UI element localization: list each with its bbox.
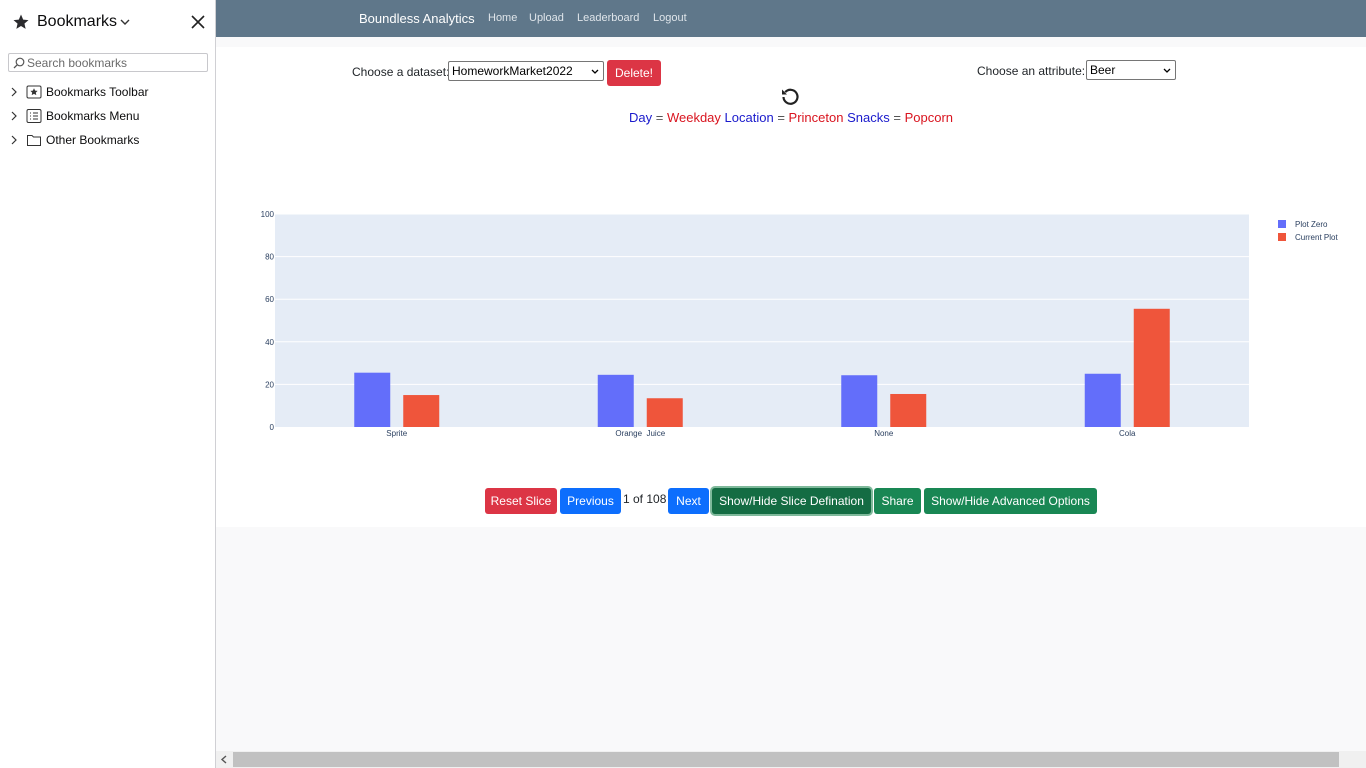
y-tick-label: 0 [270, 423, 275, 432]
nav-home-link[interactable]: Home [488, 12, 517, 24]
sidebar-item-bookmarks-menu[interactable]: Bookmarks Menu [0, 105, 215, 127]
dataset-select[interactable]: HomeworkMarket2022 [448, 61, 604, 81]
legend-label: Plot Zero [1295, 220, 1328, 229]
close-icon[interactable] [189, 13, 207, 31]
bookmark-search-box[interactable] [8, 53, 208, 72]
reset-slice-button[interactable]: Reset Slice [485, 488, 557, 514]
bar-chart: 0 20 40 60 80 100 Sprite Orange Juice None Cola Pl… [261, 210, 1339, 438]
share-button[interactable]: Share [874, 488, 921, 514]
nav-logout-link[interactable]: Logout [653, 12, 687, 24]
slice-definition: Day = Weekday Location = Princeton Snack… [216, 110, 1366, 125]
attribute-select-value: Beer [1090, 63, 1116, 77]
toggle-advanced-options-button[interactable]: Show/Hide Advanced Options [924, 488, 1097, 514]
previous-button[interactable]: Previous [560, 488, 621, 514]
slice-equals: = [777, 110, 785, 125]
x-tick-label: Orange Juice [615, 429, 665, 438]
chevron-right-icon[interactable] [10, 87, 18, 97]
chevron-down-icon [591, 69, 599, 74]
sidebar-item-bookmarks-toolbar[interactable]: Bookmarks Toolbar [0, 81, 215, 103]
attribute-select[interactable]: Beer [1086, 60, 1176, 80]
next-button[interactable]: Next [668, 488, 709, 514]
sidebar-header: Bookmarks [0, 0, 215, 44]
bar-plot-zero [1084, 373, 1121, 427]
sidebar-title[interactable]: Bookmarks [37, 13, 117, 31]
folder-icon [27, 135, 41, 146]
y-tick-label: 40 [265, 338, 274, 347]
reload-icon[interactable] [780, 86, 800, 106]
dataset-select-value: HomeworkMarket2022 [452, 64, 573, 78]
chevron-down-icon [1163, 68, 1171, 73]
legend-swatch [1278, 220, 1286, 228]
bar-plot-zero [354, 372, 391, 427]
slice-value: Weekday [666, 110, 721, 125]
toggle-slice-definition-button[interactable]: Show/Hide Slice Defination [712, 488, 871, 514]
bar-current-plot [646, 398, 683, 427]
horizontal-scrollbar[interactable] [216, 751, 1366, 768]
chevron-down-icon[interactable] [120, 18, 130, 26]
scrollbar-thumb[interactable] [233, 752, 1339, 767]
y-tick-label: 60 [265, 295, 274, 304]
bar-plot-zero [841, 375, 878, 427]
nav-upload-link[interactable]: Upload [529, 12, 564, 24]
bar-current-plot [403, 395, 440, 427]
bar-current-plot [890, 393, 927, 427]
search-input[interactable] [27, 55, 205, 70]
sidebar-item-label: Bookmarks Toolbar [46, 85, 149, 99]
x-tick-label: Cola [1119, 429, 1136, 438]
y-tick-label: 80 [265, 253, 274, 262]
page-indicator: 1 of 108 [623, 492, 667, 506]
slice-key: Snacks [847, 110, 890, 125]
bookmarks-toolbar-icon [26, 85, 42, 99]
slice-value: Princeton [788, 110, 844, 125]
slice-key: Day [628, 110, 653, 125]
main-content: Choose a dataset: HomeworkMarket2022 Del… [216, 47, 1366, 527]
legend-swatch [1278, 233, 1286, 241]
chevron-right-icon[interactable] [10, 135, 18, 145]
dataset-label: Choose a dataset: [352, 65, 450, 79]
brand-link[interactable]: Boundless Analytics [359, 11, 475, 26]
attribute-label: Choose an attribute: [977, 64, 1086, 78]
y-tick-label: 20 [265, 380, 274, 389]
x-tick-label: Sprite [386, 429, 407, 438]
nav-leaderboard-link[interactable]: Leaderboard [577, 12, 639, 24]
chevron-right-icon[interactable] [10, 111, 18, 121]
slice-value: Popcorn [904, 110, 953, 125]
slice-key: Location [724, 110, 774, 125]
slice-equals: = [893, 110, 901, 125]
search-icon [13, 57, 25, 69]
sidebar-item-other-bookmarks[interactable]: Other Bookmarks [0, 129, 215, 151]
bar-plot-zero [597, 374, 634, 427]
sidebar-item-label: Bookmarks Menu [46, 109, 140, 123]
bar-current-plot [1133, 308, 1170, 427]
bookmarks-sidebar: Bookmarks Bookmarks Toolbar Bookmarks Me… [0, 0, 216, 768]
delete-button[interactable]: Delete! [607, 60, 661, 86]
x-tick-label: None [874, 429, 894, 438]
bookmarks-menu-icon [26, 109, 42, 123]
sidebar-item-label: Other Bookmarks [46, 133, 140, 147]
star-icon [13, 14, 29, 29]
slice-equals: = [655, 110, 664, 125]
legend-label: Current Plot [1295, 233, 1338, 242]
top-navbar: Boundless Analytics Home Upload Leaderbo… [216, 0, 1366, 37]
y-tick-label: 100 [261, 210, 275, 219]
scroll-left-icon[interactable] [220, 755, 228, 764]
